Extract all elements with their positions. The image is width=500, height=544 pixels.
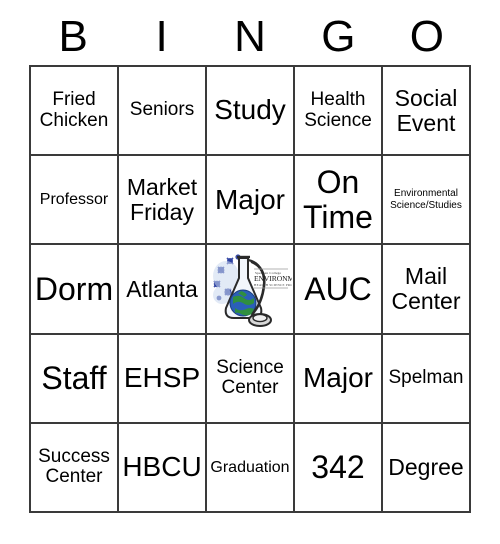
bingo-cell[interactable]: Dorm xyxy=(31,245,119,335)
bingo-cell-label: Major xyxy=(302,362,373,394)
bingo-cell-label: Study xyxy=(214,94,286,126)
bingo-cell[interactable]: Spelman xyxy=(383,334,471,424)
bingo-cell[interactable]: Health Science xyxy=(295,67,383,157)
bingo-cell[interactable]: Degree xyxy=(383,423,471,513)
bingo-cell[interactable]: Staff xyxy=(31,334,119,424)
svg-text:HEALTH SCIENCE PROGRAM: HEALTH SCIENCE PROGRAM xyxy=(254,283,292,287)
bingo-card: B I N G O Fried Chicken Seniors Study He… xyxy=(0,0,500,544)
svg-text:ENVIRONMENTAL: ENVIRONMENTAL xyxy=(254,274,292,283)
bingo-cell-label: 342 xyxy=(311,449,365,486)
bingo-cell-label: On Time xyxy=(303,164,373,235)
bingo-cell-label: Seniors xyxy=(129,99,195,121)
bingo-cell[interactable]: Fried Chicken xyxy=(31,67,119,157)
bingo-cell[interactable]: Science Center xyxy=(207,334,295,424)
bingo-cell-label: Spelman xyxy=(388,366,464,388)
bingo-cell-label: EHSP xyxy=(123,362,201,394)
bingo-cell-label: Success Center xyxy=(38,445,110,488)
bingo-cell-label: Market Friday xyxy=(126,173,198,225)
bingo-cell[interactable]: Seniors xyxy=(119,67,207,157)
bingo-cell[interactable]: Atlanta xyxy=(119,245,207,335)
bingo-cell-label: Major xyxy=(214,183,285,215)
bingo-cell-label: Health Science xyxy=(304,89,372,131)
bingo-cell[interactable]: Graduation xyxy=(207,423,295,513)
bingo-cell-label: Staff xyxy=(41,359,107,396)
bingo-cell[interactable]: Environmental Science/Studies xyxy=(383,156,471,246)
bingo-cell-label: Professor xyxy=(39,191,109,209)
bingo-cell[interactable]: EHSP xyxy=(119,334,207,424)
bingo-cell[interactable]: Market Friday xyxy=(119,156,207,246)
bingo-cell[interactable]: Professor xyxy=(31,156,119,246)
bingo-cell-label: Social Event xyxy=(394,84,458,136)
bingo-cell[interactable]: Mail Center xyxy=(383,245,471,335)
bingo-cell-label: Environmental Science/Studies xyxy=(390,188,462,211)
bingo-cell-label: Fried Chicken xyxy=(39,89,109,131)
header-letter-i: I xyxy=(155,11,168,61)
bingo-cell[interactable]: Major xyxy=(207,156,295,246)
bingo-cell-label: Mail Center xyxy=(391,263,461,314)
bingo-cell-label: Degree xyxy=(388,453,464,480)
bingo-cell-label: Dorm xyxy=(34,270,114,307)
bingo-cell-label: Graduation xyxy=(210,458,290,476)
header-letter-g: G xyxy=(321,11,356,61)
bingo-cell-label: HBCU xyxy=(122,451,202,483)
bingo-cell[interactable]: 342 xyxy=(295,423,383,513)
bingo-cell[interactable]: Study xyxy=(207,67,295,157)
bingo-grid: Fried Chicken Seniors Study Health Scien… xyxy=(29,65,471,513)
header-letter-b: B xyxy=(58,11,88,61)
bingo-cell-label: Atlanta xyxy=(126,275,198,302)
bingo-cell-free-space[interactable]: Spelman College ENVIRONMENTAL HEALTH SCI… xyxy=(207,245,295,335)
bingo-cell-label: AUC xyxy=(304,270,372,307)
bingo-cell[interactable]: Success Center xyxy=(31,423,119,513)
header-letter-o: O xyxy=(409,11,444,61)
bingo-cell[interactable]: On Time xyxy=(295,156,383,246)
bingo-cell[interactable]: Major xyxy=(295,334,383,424)
header-letter-n: N xyxy=(234,11,266,61)
bingo-cell[interactable]: Social Event xyxy=(383,67,471,157)
environmental-science-logo-icon: Spelman College ENVIRONMENTAL HEALTH SCI… xyxy=(207,245,293,332)
bingo-cell-label: Science Center xyxy=(216,356,284,399)
bingo-cell[interactable]: AUC xyxy=(295,245,383,335)
bingo-header: B I N G O xyxy=(29,8,471,65)
bingo-cell[interactable]: HBCU xyxy=(119,423,207,513)
